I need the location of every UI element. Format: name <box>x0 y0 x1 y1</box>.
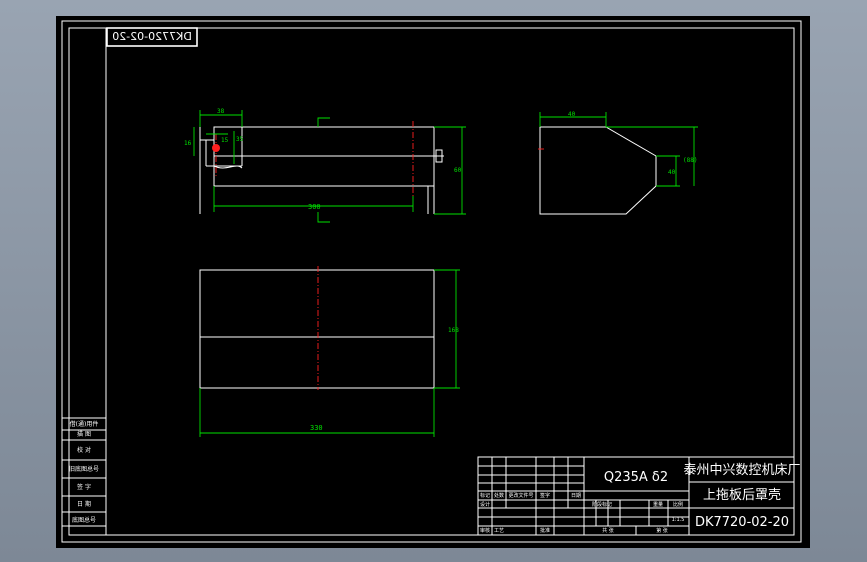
svg-text:处数: 处数 <box>494 492 504 499</box>
stamp-number: DK7720-02-20 <box>112 30 192 43</box>
svg-text:重量: 重量 <box>653 501 663 508</box>
plan-body <box>199 269 435 389</box>
side-profile <box>539 126 657 215</box>
dim-front-length: 300 <box>308 203 321 211</box>
side-row-1: 借(通)用件 <box>70 420 99 428</box>
dim-front-hole: 15 <box>221 137 229 144</box>
svg-text:第 张: 第 张 <box>656 527 668 534</box>
svg-text:批准: 批准 <box>540 527 550 534</box>
side-view[interactable]: 40 40 (88) <box>538 111 698 215</box>
svg-text:审核: 审核 <box>480 527 490 534</box>
front-view[interactable]: 38 16 15 35 300 60 <box>184 108 466 223</box>
svg-text:阶段标记: 阶段标记 <box>592 501 612 508</box>
dim-front-mid: 35 <box>236 136 244 143</box>
side-row-3: 签 字 <box>77 483 91 491</box>
dim-front-left-height: 16 <box>184 140 192 147</box>
part-name: 上拖板后罩壳 <box>703 488 781 503</box>
drawing-number: DK7720-02-20 <box>695 515 789 530</box>
front-right-lip <box>427 127 435 214</box>
drawing-sheet: DK7720-02-20 借(通)用件 描 图 旧底图总号 签 字 日 期 校 … <box>56 16 810 548</box>
svg-text:标记: 标记 <box>480 492 490 499</box>
plan-view[interactable]: 168 330 <box>199 266 460 437</box>
side-row-extra-1: 描 图 <box>77 430 91 438</box>
scale-value: 1:1.5 <box>672 517 685 523</box>
dim-side-height: 40 <box>668 169 676 176</box>
drawing-canvas[interactable]: DK7720-02-20 借(通)用件 描 图 旧底图总号 签 字 日 期 校 … <box>56 16 810 548</box>
dim-side-top: 40 <box>568 111 576 118</box>
cad-viewport[interactable]: DK7720-02-20 借(通)用件 描 图 旧底图总号 签 字 日 期 校 … <box>0 0 867 562</box>
svg-text:签字: 签字 <box>540 492 550 499</box>
svg-text:日期: 日期 <box>571 493 581 499</box>
company-name: 泰州中兴数控机床厂 <box>683 463 800 478</box>
svg-text:比例: 比例 <box>673 501 683 508</box>
svg-text:共 张: 共 张 <box>602 527 614 534</box>
dim-front-top-width: 38 <box>217 108 225 115</box>
title-block: 标记 处数 更改文件号 签字 日期 设计 审核 工艺 批准 Q235A δ2 阶… <box>477 456 801 536</box>
svg-text:工艺: 工艺 <box>494 528 504 534</box>
dim-front-height: 60 <box>454 167 462 174</box>
side-row-4: 日 期 <box>77 500 91 508</box>
side-row-extra-2: 校 对 <box>77 446 91 454</box>
side-row-2: 旧底图总号 <box>69 465 99 473</box>
svg-text:更改文件号: 更改文件号 <box>508 492 533 499</box>
svg-text:设计: 设计 <box>480 501 490 508</box>
dim-side-ref: (88) <box>683 157 697 164</box>
side-row-extra-3: 底图总号 <box>72 516 96 524</box>
dim-plan-length: 330 <box>310 424 323 432</box>
dim-plan-height: 168 <box>448 327 459 334</box>
inner-frame <box>68 27 795 536</box>
material-spec: Q235A δ2 <box>604 470 668 485</box>
